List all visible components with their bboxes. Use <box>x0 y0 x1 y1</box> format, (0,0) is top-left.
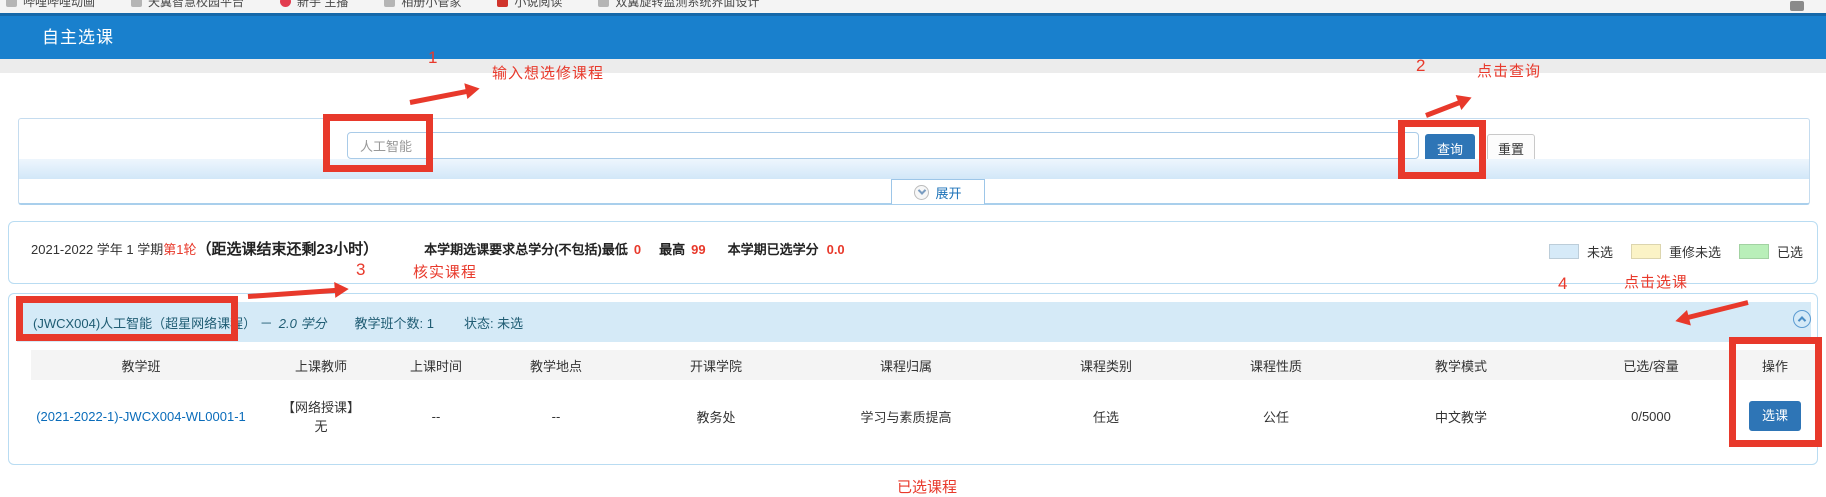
class-count: 教学班个数: 1 <box>354 313 433 332</box>
col-header-teacher: 上课教师 <box>251 350 391 380</box>
credit-min-value: 0 <box>634 242 641 257</box>
credit-max-label: 最高 <box>659 239 685 258</box>
credit-max-value: 99 <box>691 242 705 257</box>
highlight-rect-action <box>1729 337 1822 447</box>
favicon-icon <box>131 0 142 7</box>
bookmark-label: 哔哩哔哩动画 <box>23 0 95 10</box>
annotation-bottom-partial: 已选课程 <box>897 476 957 497</box>
status-legend: 未选 重修未选 已选 <box>1549 242 1803 261</box>
table-row: (2021-2022-1)-JWCX004-WL0001-1 【网络授课】 无 … <box>31 380 1819 452</box>
annotation-step-4-number: 4 <box>1558 274 1567 294</box>
class-table: 教学班 上课教师 上课时间 教学地点 开课学院 课程归属 课程类别 课程性质 教… <box>31 350 1819 452</box>
annotation-step-2-text: 点击查询 <box>1477 60 1541 81</box>
panel-bottom-band <box>19 159 1809 179</box>
bookmark-item[interactable]: 相册小管家 <box>384 0 461 10</box>
bookmark-item[interactable]: 天翼智慧校园平台 <box>131 0 244 10</box>
teacher-tag: 【网络授课】 <box>251 397 391 416</box>
col-header-belong: 课程归属 <box>801 350 1011 380</box>
legend-swatch-retake <box>1631 244 1661 259</box>
bookmark-label: 相册小管家 <box>401 0 461 10</box>
browser-bookmarks-bar: 哔哩哔哩动画 天翼智慧校园平台 新手 主播 相册小管家 小说阅读 双翼旋转监测系… <box>0 0 1826 13</box>
collapse-chevron-up-icon[interactable] <box>1793 310 1811 328</box>
credit-requirement-label: 本学期选课要求 <box>424 239 515 258</box>
table-header-row: 教学班 上课教师 上课时间 教学地点 开课学院 课程归属 课程类别 课程性质 教… <box>31 350 1819 380</box>
teacher-cell: 【网络授课】 无 <box>251 380 391 452</box>
course-search-input[interactable] <box>347 132 1419 159</box>
bookmark-label: 小说阅读 <box>514 0 562 10</box>
bookmark-item[interactable]: 小说阅读 <box>497 0 562 10</box>
chevron-down-icon <box>914 185 929 200</box>
page-header: 自主选课 <box>0 13 1826 59</box>
search-panel: 查询 重置 展开 <box>18 118 1810 205</box>
semester-term: 2021-2022 学年 1 学期 <box>31 239 163 258</box>
col-header-class: 教学班 <box>31 350 251 380</box>
col-header-location: 教学地点 <box>481 350 631 380</box>
annotation-step-2-number: 2 <box>1416 56 1425 76</box>
class-location: -- <box>481 380 631 452</box>
annotation-step-1-text: 输入想选修课程 <box>492 62 604 83</box>
col-header-capacity: 已选/容量 <box>1571 350 1731 380</box>
annotation-step-3-text: 核实课程 <box>413 261 477 282</box>
semester-info-line: 2021-2022 学年 1 学期 第1轮 （距选课结束还剩23小时） 本学期选… <box>31 238 845 259</box>
bookmark-item[interactable]: 哔哩哔哩动画 <box>6 0 95 10</box>
legend-item-selected: 已选 <box>1739 242 1803 261</box>
legend-item-unselected: 未选 <box>1549 242 1613 261</box>
selected-credits-value: 0.0 <box>827 242 845 257</box>
favicon-icon <box>598 0 609 7</box>
arrow-to-input-icon <box>410 89 468 105</box>
course-summary-bar[interactable]: (JWCX004)人工智能（超星网络课程） － 2.0 学分 教学班个数: 1 … <box>17 302 1811 342</box>
course-card: (JWCX004)人工智能（超星网络课程） － 2.0 学分 教学班个数: 1 … <box>8 293 1818 465</box>
bookmark-label: 双翼旋转监测系统界面设计 <box>615 0 759 10</box>
selected-credits-label: 本学期已选学分 <box>728 239 819 258</box>
col-header-college: 开课学院 <box>631 350 801 380</box>
course-status: 状态: 未选 <box>464 313 523 332</box>
annotation-step-1-number: 1 <box>428 48 437 68</box>
class-time: -- <box>391 380 481 452</box>
expand-label: 展开 <box>935 183 961 202</box>
expand-toggle[interactable]: 展开 <box>891 179 985 204</box>
page-title: 自主选课 <box>42 16 114 59</box>
favicon-icon <box>6 0 17 7</box>
highlight-rect-query <box>1398 120 1486 179</box>
annotation-step-3-number: 3 <box>356 260 365 280</box>
col-header-nature: 课程性质 <box>1201 350 1351 380</box>
legend-swatch-selected <box>1739 244 1769 259</box>
favicon-icon <box>497 0 508 7</box>
bookmark-label: 天翼智慧校园平台 <box>148 0 244 10</box>
course-credits: 2.0 学分 <box>279 313 327 332</box>
capacity-cell: 0/5000 <box>1571 380 1731 452</box>
bookmark-label: 新手 主播 <box>297 0 348 10</box>
course-belong: 学习与素质提高 <box>801 380 1011 452</box>
header-sub-strip <box>0 59 1826 73</box>
deadline-countdown: （距选课结束还剩23小时） <box>196 238 378 259</box>
teaching-mode: 中文教学 <box>1351 380 1571 452</box>
bookmarks-overflow-icon[interactable] <box>1790 1 1804 11</box>
semester-round: 第1轮 <box>163 239 196 258</box>
bookmark-item[interactable]: 新手 主播 <box>280 0 348 10</box>
course-nature: 公任 <box>1201 380 1351 452</box>
class-id-link[interactable]: (2021-2022-1)-JWCX004-WL0001-1 <box>36 409 246 424</box>
favicon-icon <box>384 0 395 7</box>
annotation-step-4-text: 点击选课 <box>1624 271 1688 292</box>
col-header-category: 课程类别 <box>1011 350 1201 380</box>
semester-info-panel: 2021-2022 学年 1 学期 第1轮 （距选课结束还剩23小时） 本学期选… <box>8 221 1818 284</box>
bookmark-item[interactable]: 双翼旋转监测系统界面设计 <box>598 0 759 10</box>
col-header-mode: 教学模式 <box>1351 350 1571 380</box>
legend-item-retake: 重修未选 <box>1631 242 1721 261</box>
arrow-to-query-icon <box>1425 100 1460 118</box>
highlight-rect-input <box>323 114 433 172</box>
class-college: 教务处 <box>631 380 801 452</box>
legend-swatch-unselected <box>1549 244 1579 259</box>
highlight-rect-course <box>16 296 238 341</box>
favicon-icon <box>280 0 291 7</box>
teacher-name: 无 <box>251 416 391 435</box>
credit-range-label: 总学分(不包括)最低 <box>515 239 628 258</box>
col-header-time: 上课时间 <box>391 350 481 380</box>
course-category: 任选 <box>1011 380 1201 452</box>
